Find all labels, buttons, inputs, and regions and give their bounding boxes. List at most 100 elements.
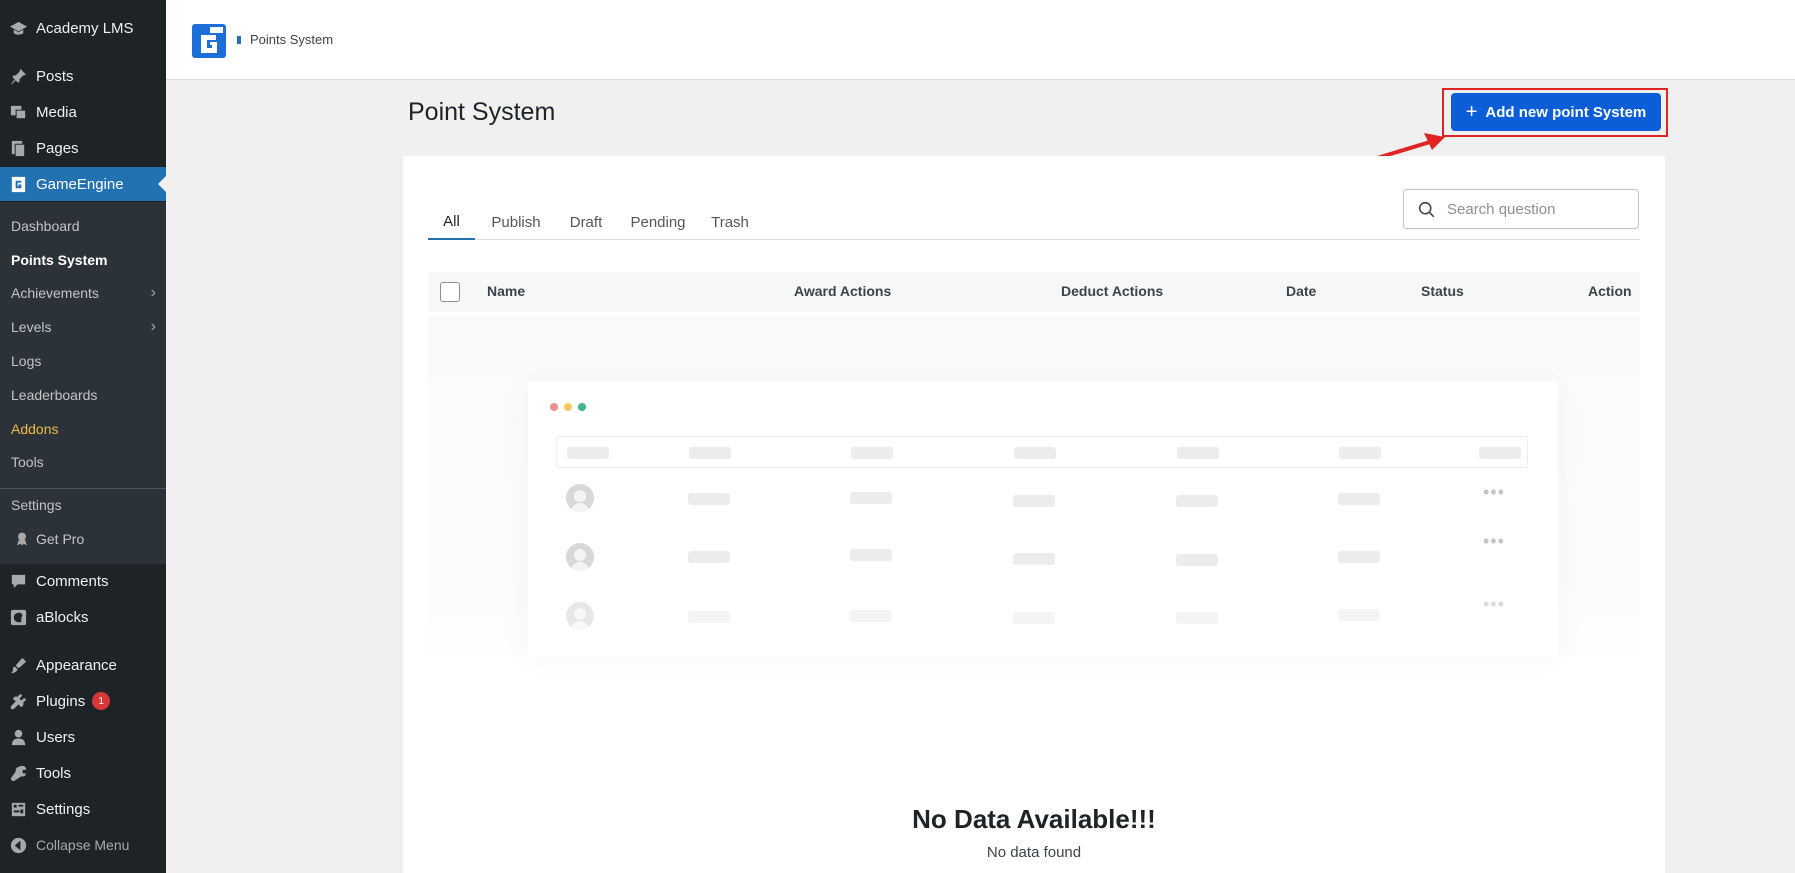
skeleton-bar [1013, 553, 1055, 565]
gameengine-icon [0, 175, 36, 194]
gameengine-submenu: Dashboard Points System Achievements › Le… [0, 202, 166, 564]
select-all-checkbox[interactable] [440, 282, 460, 302]
chevron-right-icon: › [150, 318, 156, 335]
column-award-actions[interactable]: Award Actions [794, 283, 891, 299]
gameengine-logo-icon [192, 24, 226, 58]
submenu-levels[interactable]: Levels › [11, 317, 156, 337]
breadcrumb[interactable]: Points System [250, 32, 333, 47]
award-icon [17, 532, 27, 546]
placeholder-avatar [566, 602, 594, 630]
search-input[interactable] [1447, 200, 1627, 218]
active-indicator [158, 176, 166, 192]
menu-plugins[interactable]: Plugins 1 [0, 684, 166, 718]
menu-media[interactable]: Media [0, 95, 166, 129]
submenu-tools[interactable]: Tools [11, 452, 156, 472]
skeleton-bar [1338, 493, 1380, 505]
submenu-settings[interactable]: Settings [11, 495, 156, 515]
submenu-label: Levels [11, 319, 52, 335]
menu-label: Media [36, 103, 77, 121]
submenu-dashboard[interactable]: Dashboard [11, 216, 156, 236]
menu-label: Settings [36, 800, 91, 818]
more-icon: ••• [1483, 531, 1505, 551]
submenu-get-pro[interactable]: Get Pro [11, 529, 156, 549]
more-icon: ••• [1483, 594, 1505, 614]
settings-icon [0, 800, 36, 819]
menu-comments[interactable]: Comments [0, 564, 166, 598]
submenu-label: Points System [11, 252, 108, 268]
page-title: Point System [408, 98, 556, 126]
table-header: Name Award Actions Deduct Actions Date S… [428, 272, 1640, 312]
search-icon [1418, 201, 1435, 217]
placeholder-avatar [566, 484, 594, 512]
pin-icon [0, 67, 36, 86]
illustration-header-row [556, 436, 1528, 468]
submenu-points-system[interactable]: Points System [11, 250, 156, 270]
menu-label: Users [36, 728, 76, 746]
skeleton-bar [1176, 612, 1218, 624]
skeleton-bar [688, 611, 730, 623]
menu-label: Appearance [36, 656, 117, 674]
skeleton-bar [688, 493, 730, 505]
submenu-label: Settings [11, 497, 62, 513]
submenu-label: Get Pro [36, 531, 85, 547]
menu-tools[interactable]: Tools [0, 756, 166, 790]
chevron-right-icon: › [150, 284, 156, 301]
admin-sidebar: Academy LMS Posts Media Pages GameEngine… [0, 0, 166, 873]
column-date[interactable]: Date [1286, 283, 1316, 299]
menu-academy-lms[interactable]: Academy LMS [0, 11, 166, 45]
add-new-point-system-button[interactable]: + Add new point System [1451, 93, 1661, 131]
more-icon: ••• [1483, 482, 1505, 502]
breadcrumb-separator [237, 36, 241, 44]
search-box[interactable] [1403, 189, 1639, 229]
collapse-menu-button[interactable]: Collapse Menu [0, 828, 166, 862]
plus-icon: + [1465, 101, 1478, 123]
skeleton-bar [689, 447, 731, 459]
academy-icon [0, 19, 36, 38]
skeleton-bar [1339, 447, 1381, 459]
submenu-achievements[interactable]: Achievements › [11, 283, 156, 303]
empty-state-subtitle: No data found [986, 844, 1082, 861]
submenu-logs[interactable]: Logs [11, 351, 156, 371]
tab-pending[interactable]: Pending [625, 204, 691, 240]
empty-state-title: No Data Available!!! [912, 804, 1156, 834]
skeleton-bar [850, 610, 892, 622]
menu-label: Pages [36, 139, 79, 157]
menu-posts[interactable]: Posts [0, 59, 166, 93]
tab-trash[interactable]: Trash [706, 204, 754, 240]
menu-ablocks[interactable]: aBlocks [0, 600, 166, 634]
skeleton-bar [851, 447, 893, 459]
window-dot-green [578, 403, 586, 411]
skeleton-bar [1013, 495, 1055, 507]
menu-label: aBlocks [36, 608, 89, 626]
submenu-addons[interactable]: Addons [11, 419, 156, 439]
skeleton-bar [567, 447, 609, 459]
content-panel: All Publish Draft Pending Trash Name Awa… [403, 156, 1665, 873]
menu-label: Plugins [36, 692, 86, 710]
tab-draft[interactable]: Draft [562, 204, 610, 240]
tab-publish[interactable]: Publish [485, 204, 547, 240]
menu-label: Academy LMS [36, 19, 134, 37]
skeleton-bar [1479, 447, 1521, 459]
submenu-label: Logs [11, 353, 42, 369]
menu-users[interactable]: Users [0, 720, 166, 754]
column-action[interactable]: Action [1588, 283, 1632, 299]
menu-settings[interactable]: Settings [0, 792, 166, 826]
menu-label: GameEngine [36, 175, 124, 193]
menu-label: Collapse Menu [36, 837, 130, 853]
wrench-icon [0, 764, 36, 783]
column-name[interactable]: Name [487, 283, 525, 299]
skeleton-bar [1176, 554, 1218, 566]
submenu-leaderboards[interactable]: Leaderboards [11, 385, 156, 405]
ablocks-icon [0, 608, 36, 627]
media-icon [0, 103, 36, 122]
submenu-label: Achievements [11, 285, 99, 301]
tab-all[interactable]: All [428, 204, 475, 240]
menu-gameengine[interactable]: GameEngine [0, 167, 166, 201]
skeleton-bar [850, 549, 892, 561]
menu-appearance[interactable]: Appearance [0, 648, 166, 682]
skeleton-bar [1338, 551, 1380, 563]
menu-pages[interactable]: Pages [0, 131, 166, 165]
submenu-divider [0, 488, 166, 489]
column-status[interactable]: Status [1421, 283, 1464, 299]
column-deduct-actions[interactable]: Deduct Actions [1061, 283, 1163, 299]
